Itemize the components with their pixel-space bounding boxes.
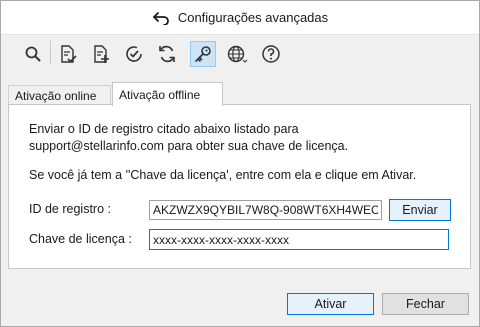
instruction-line-2: support@stellarinfo.com para obter sua c…: [29, 139, 349, 153]
tab-label: Ativação online: [15, 88, 97, 103]
window-title: Configurações avançadas: [177, 10, 329, 25]
registration-id-field[interactable]: [149, 200, 382, 220]
dialog-window: Configurações avançadas Ativação online …: [0, 0, 480, 327]
title-bar: Configurações avançadas: [1, 1, 479, 35]
tab-online-activation[interactable]: Ativação online: [8, 85, 111, 105]
offline-activation-panel: Enviar o ID de registro citado abaixo li…: [8, 104, 471, 269]
close-button[interactable]: Fechar: [382, 293, 469, 315]
license-key-label: Chave de licença :: [29, 232, 132, 246]
toolbar-separator: [50, 41, 51, 65]
instruction-line-1: Enviar o ID de registro citado abaixo li…: [29, 122, 299, 136]
document-add-icon[interactable]: [88, 41, 114, 67]
key-icon[interactable]: [190, 41, 216, 67]
tab-offline-activation[interactable]: Ativação offline: [112, 82, 223, 106]
refresh-icon[interactable]: [154, 41, 180, 67]
license-key-field[interactable]: [149, 229, 449, 250]
activate-button[interactable]: Ativar: [287, 293, 374, 315]
globe-icon[interactable]: [224, 41, 250, 67]
tab-label: Ativação offline: [119, 87, 201, 102]
help-icon[interactable]: [258, 41, 284, 67]
document-check-icon[interactable]: [55, 41, 81, 67]
toolbar: [1, 35, 479, 72]
instruction-line-3: Se você já tem a ''Chave da licença', en…: [29, 168, 417, 182]
search-icon[interactable]: [20, 41, 46, 67]
send-button[interactable]: Enviar: [389, 199, 451, 221]
back-arrow-icon[interactable]: [152, 9, 170, 27]
clock-check-icon[interactable]: [121, 41, 147, 67]
registration-id-label: ID de registro :: [29, 202, 111, 216]
